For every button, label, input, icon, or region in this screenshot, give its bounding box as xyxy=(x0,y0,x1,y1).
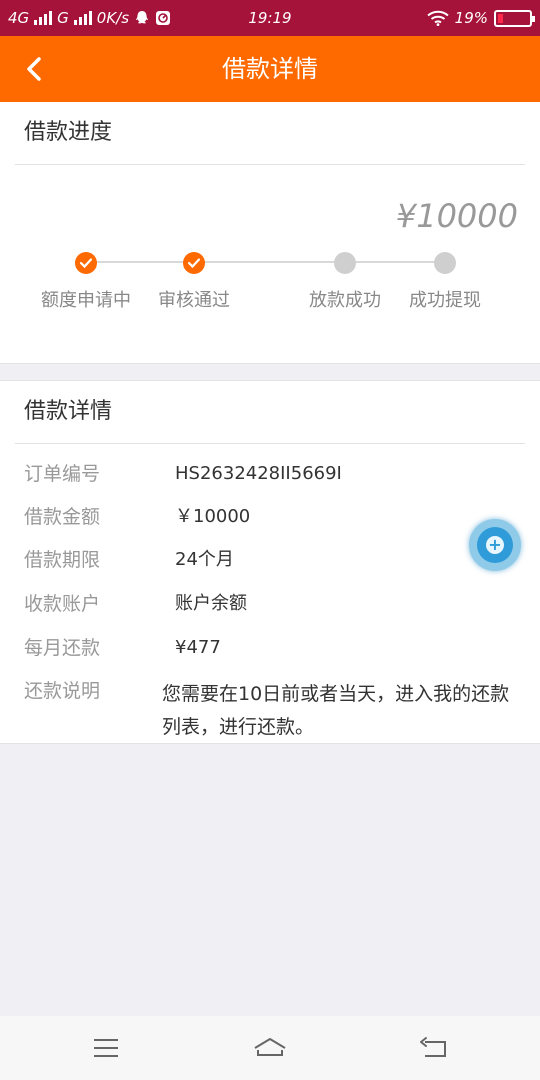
progress-card-title: 借款进度 xyxy=(24,120,113,145)
app-header: 借款详情 xyxy=(0,36,540,102)
step-label: 额度申请中 xyxy=(41,290,131,311)
row-key: 收款账户 xyxy=(24,593,101,615)
step-pending-icon xyxy=(434,252,456,274)
status-bar: 4G G 0K/s 19:19 19% xyxy=(0,0,540,36)
step-label: 成功提现 xyxy=(409,290,481,311)
home-icon xyxy=(254,1038,286,1056)
detail-card-title: 借款详情 xyxy=(24,399,113,424)
row-key: 借款金额 xyxy=(24,506,101,528)
detail-row-order-number: 订单编号 HS2632428II5669I xyxy=(0,454,540,494)
row-key: 每月还款 xyxy=(24,637,101,659)
repayment-note: 您需要在10日前或者当天，进入我的还款列表，进行还款。 xyxy=(162,683,510,738)
detail-row-account: 收款账户 账户余额 xyxy=(0,584,540,624)
battery-percent: 19% xyxy=(454,9,488,27)
progress-track xyxy=(194,261,346,263)
back-nav-button[interactable] xyxy=(414,1030,454,1066)
step-label: 审核通过 xyxy=(158,290,230,311)
divider xyxy=(15,164,525,165)
row-value: 24个月 xyxy=(175,549,234,570)
battery-icon xyxy=(494,9,535,27)
row-value: ¥477 xyxy=(175,637,221,658)
detail-row-amount: 借款金额 ￥10000 xyxy=(0,497,540,537)
progress-track xyxy=(345,261,445,263)
floating-button-ring: + xyxy=(477,527,513,563)
detail-row-term: 借款期限 24个月 xyxy=(0,540,540,580)
loan-amount: ¥10000 xyxy=(395,197,518,235)
progress-stepper: 额度申请中 审核通过 放款成功 成功提现 xyxy=(0,252,540,332)
progress-track xyxy=(86,261,196,263)
divider xyxy=(15,443,525,444)
menu-button[interactable] xyxy=(86,1030,126,1066)
row-value: ￥10000 xyxy=(175,506,251,527)
loan-progress-card: 借款进度 ¥10000 额度申请中 审核通过 放款成功 成功提现 xyxy=(0,102,540,364)
row-key: 订单编号 xyxy=(24,463,101,485)
floating-assist-button[interactable]: + xyxy=(469,519,521,571)
detail-row-monthly-payment: 每月还款 ¥477 xyxy=(0,628,540,668)
row-key: 还款说明 xyxy=(24,680,101,702)
home-button[interactable] xyxy=(250,1030,290,1066)
system-nav-bar xyxy=(0,1016,540,1080)
row-key: 借款期限 xyxy=(24,549,101,571)
row-value: HS2632428II5669I xyxy=(175,463,342,484)
step-pending-icon xyxy=(334,252,356,274)
status-right: 19% xyxy=(427,0,535,36)
plus-icon: + xyxy=(486,536,504,554)
row-value: 账户余额 xyxy=(175,593,247,614)
wifi-icon xyxy=(427,10,449,26)
back-icon xyxy=(420,1037,446,1057)
step-done-icon xyxy=(183,252,205,274)
page-title: 借款详情 xyxy=(222,55,318,83)
step-done-icon xyxy=(75,252,97,274)
menu-icon xyxy=(94,1039,118,1057)
step-label: 放款成功 xyxy=(309,290,381,311)
